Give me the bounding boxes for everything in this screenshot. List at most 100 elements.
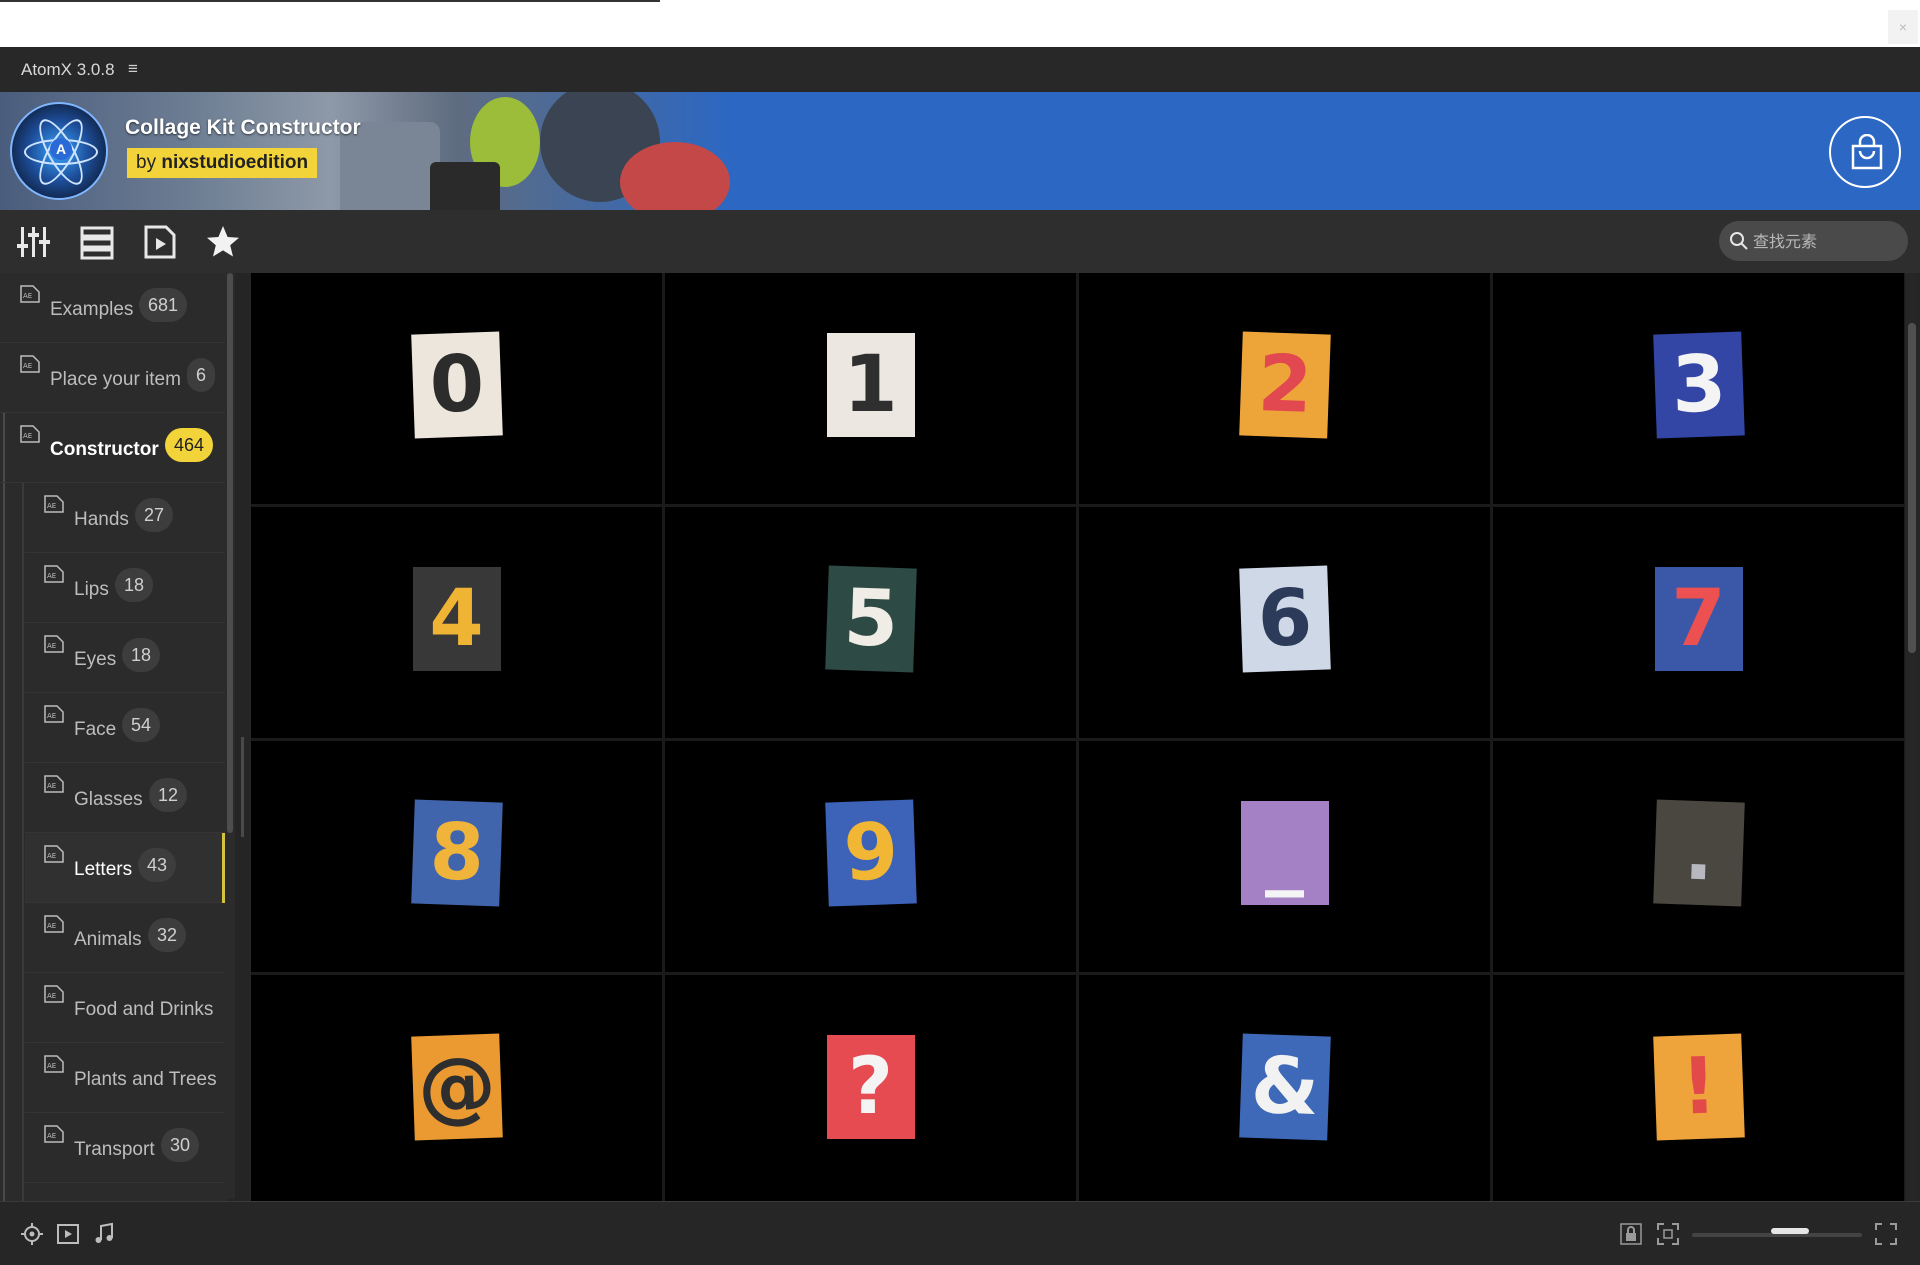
grid-item[interactable]: _: [1079, 741, 1490, 972]
sidebar-scrollbar[interactable]: [225, 273, 235, 1199]
grid-item[interactable]: 8: [251, 741, 662, 972]
letter-tile: 1: [826, 332, 915, 437]
pack-banner: A Collage Kit Constructor by nixstudioed…: [0, 92, 1920, 210]
grid-item[interactable]: ?: [665, 975, 1076, 1201]
element-grid: 0 1 2 3 4 5 6 7 8 9 _. @? &!: [251, 273, 1905, 1201]
fit-icon[interactable]: [1656, 1222, 1680, 1246]
adjust-icon[interactable]: [16, 224, 54, 260]
sidebar-item-label: Food and Drinks: [74, 999, 214, 1020]
letter-tile: ?: [826, 1034, 915, 1139]
sidebar-item-label: Hands: [74, 509, 129, 530]
letter-tile: 7: [1654, 566, 1743, 671]
sidebar-item-count-badge: 30: [161, 1128, 200, 1162]
sidebar-item-label: Eyes: [74, 649, 117, 670]
media-file-icon[interactable]: [142, 224, 180, 260]
ae-file-icon: AE: [44, 565, 64, 583]
grid-item[interactable]: 3: [1493, 273, 1904, 504]
play-icon[interactable]: [56, 1222, 80, 1246]
sidebar-item-count-badge: 18: [115, 568, 154, 602]
search-input[interactable]: [1753, 229, 1898, 253]
grid-item[interactable]: 0: [251, 273, 662, 504]
svg-text:AE: AE: [23, 362, 32, 370]
svg-text:AE: AE: [47, 572, 56, 580]
app-title: AtomX 3.0.8: [21, 60, 115, 79]
bottom-bar: [0, 1201, 1920, 1265]
sidebar-item-count-badge: 12: [149, 778, 188, 812]
sidebar-item-examples[interactable]: AE Examples 681: [0, 273, 225, 343]
letter-tile: 4: [412, 566, 501, 671]
sidebar-item-label: Lips: [74, 579, 109, 600]
sidebar-item-count-badge: 6: [187, 358, 216, 392]
sidebar-item-face[interactable]: AE Face 54: [25, 693, 225, 763]
lock-icon[interactable]: [1619, 1222, 1643, 1246]
letter-tile: !: [1652, 1032, 1745, 1141]
ae-file-icon: AE: [44, 985, 64, 1003]
sidebar-item-count-badge: 681: [139, 288, 188, 322]
search-box[interactable]: [1719, 221, 1908, 261]
grid-item[interactable]: 4: [251, 507, 662, 738]
atomx-panel: AtomX 3.0.8 ≡ A Collage Kit Constructor …: [0, 47, 1920, 1265]
sidebar-item-transport[interactable]: AE Transport 30: [25, 1113, 225, 1183]
sidebar-item-plants-and-trees[interactable]: AE Plants and Trees: [25, 1043, 225, 1113]
grid-item[interactable]: 5: [665, 507, 1076, 738]
sidebar-item-letters[interactable]: AE Letters 43: [25, 833, 225, 903]
grid-item[interactable]: 1: [665, 273, 1076, 504]
letter-tile: .: [1652, 798, 1745, 907]
search-icon: [1730, 232, 1748, 250]
sidebar-item-hands[interactable]: AE Hands 27: [25, 483, 225, 553]
hamburger-menu-icon[interactable]: ≡: [128, 59, 138, 79]
sidebar-item-lips[interactable]: AE Lips 18: [25, 553, 225, 623]
grid-item[interactable]: .: [1493, 741, 1904, 972]
sidebar-item-count-badge: 43: [138, 848, 177, 882]
loading-bar: [0, 0, 660, 2]
svg-text:AE: AE: [47, 782, 56, 790]
ae-file-icon: AE: [44, 845, 64, 863]
svg-text:AE: AE: [47, 1062, 56, 1070]
sidebar-item-glasses[interactable]: AE Glasses 12: [25, 763, 225, 833]
shopping-bag-icon: [1851, 134, 1883, 170]
grid-item[interactable]: @: [251, 975, 662, 1201]
sidebar-item-label: Letters: [74, 859, 133, 880]
sidebar-item-label: Place your item: [50, 369, 181, 390]
music-icon[interactable]: [92, 1222, 116, 1246]
sidebar-item-place-your-item[interactable]: AE Place your item 6: [0, 343, 225, 413]
grid-item[interactable]: 2: [1079, 273, 1490, 504]
svg-text:AE: AE: [47, 1132, 56, 1140]
letter-tile: 3: [1652, 330, 1745, 439]
letter-tile: 6: [1238, 564, 1331, 673]
letter-tile: &: [1238, 1032, 1331, 1141]
collage-artwork: [0, 92, 735, 210]
sidebar-item-count-badge: 27: [135, 498, 174, 532]
svg-text:AE: AE: [47, 922, 56, 930]
ae-file-icon: AE: [44, 915, 64, 933]
zoom-slider-handle[interactable]: [1771, 1228, 1809, 1234]
toolbar: [0, 210, 1920, 273]
sidebar-item-animals[interactable]: AE Animals 32: [25, 903, 225, 973]
sidebar-item-eyes[interactable]: AE Eyes 18: [25, 623, 225, 693]
fullscreen-icon[interactable]: [1874, 1222, 1898, 1246]
author-badge[interactable]: by nixstudioedition: [127, 148, 318, 178]
sidebar-item-food-and-drinks[interactable]: AE Food and Drinks: [25, 973, 225, 1043]
grid-item[interactable]: !: [1493, 975, 1904, 1201]
grid-item[interactable]: 7: [1493, 507, 1904, 738]
locate-icon[interactable]: [20, 1222, 44, 1246]
grid-item[interactable]: 9: [665, 741, 1076, 972]
window-close-button[interactable]: ×: [1888, 10, 1918, 44]
star-icon[interactable]: [205, 224, 243, 260]
author-name: nixstudioedition: [161, 152, 309, 173]
letter-tile: _: [1240, 800, 1329, 905]
grid-scrollbar[interactable]: [1907, 273, 1917, 1201]
letter-tile: 0: [410, 330, 503, 439]
folder-icon: AE: [20, 425, 40, 443]
letter-tile: 8: [410, 798, 503, 907]
list-view-icon[interactable]: [79, 224, 117, 260]
grid-item[interactable]: 6: [1079, 507, 1490, 738]
grid-item[interactable]: &: [1079, 975, 1490, 1201]
letter-tile: 9: [824, 798, 917, 907]
sidebar-item-label: Face: [74, 719, 117, 740]
logo-letter: A: [50, 138, 72, 160]
sidebar-item-constructor[interactable]: AE Constructor 464: [0, 413, 225, 483]
panel-splitter[interactable]: [241, 737, 244, 837]
letter-tile: @: [410, 1032, 503, 1141]
shop-button[interactable]: [1829, 116, 1901, 188]
